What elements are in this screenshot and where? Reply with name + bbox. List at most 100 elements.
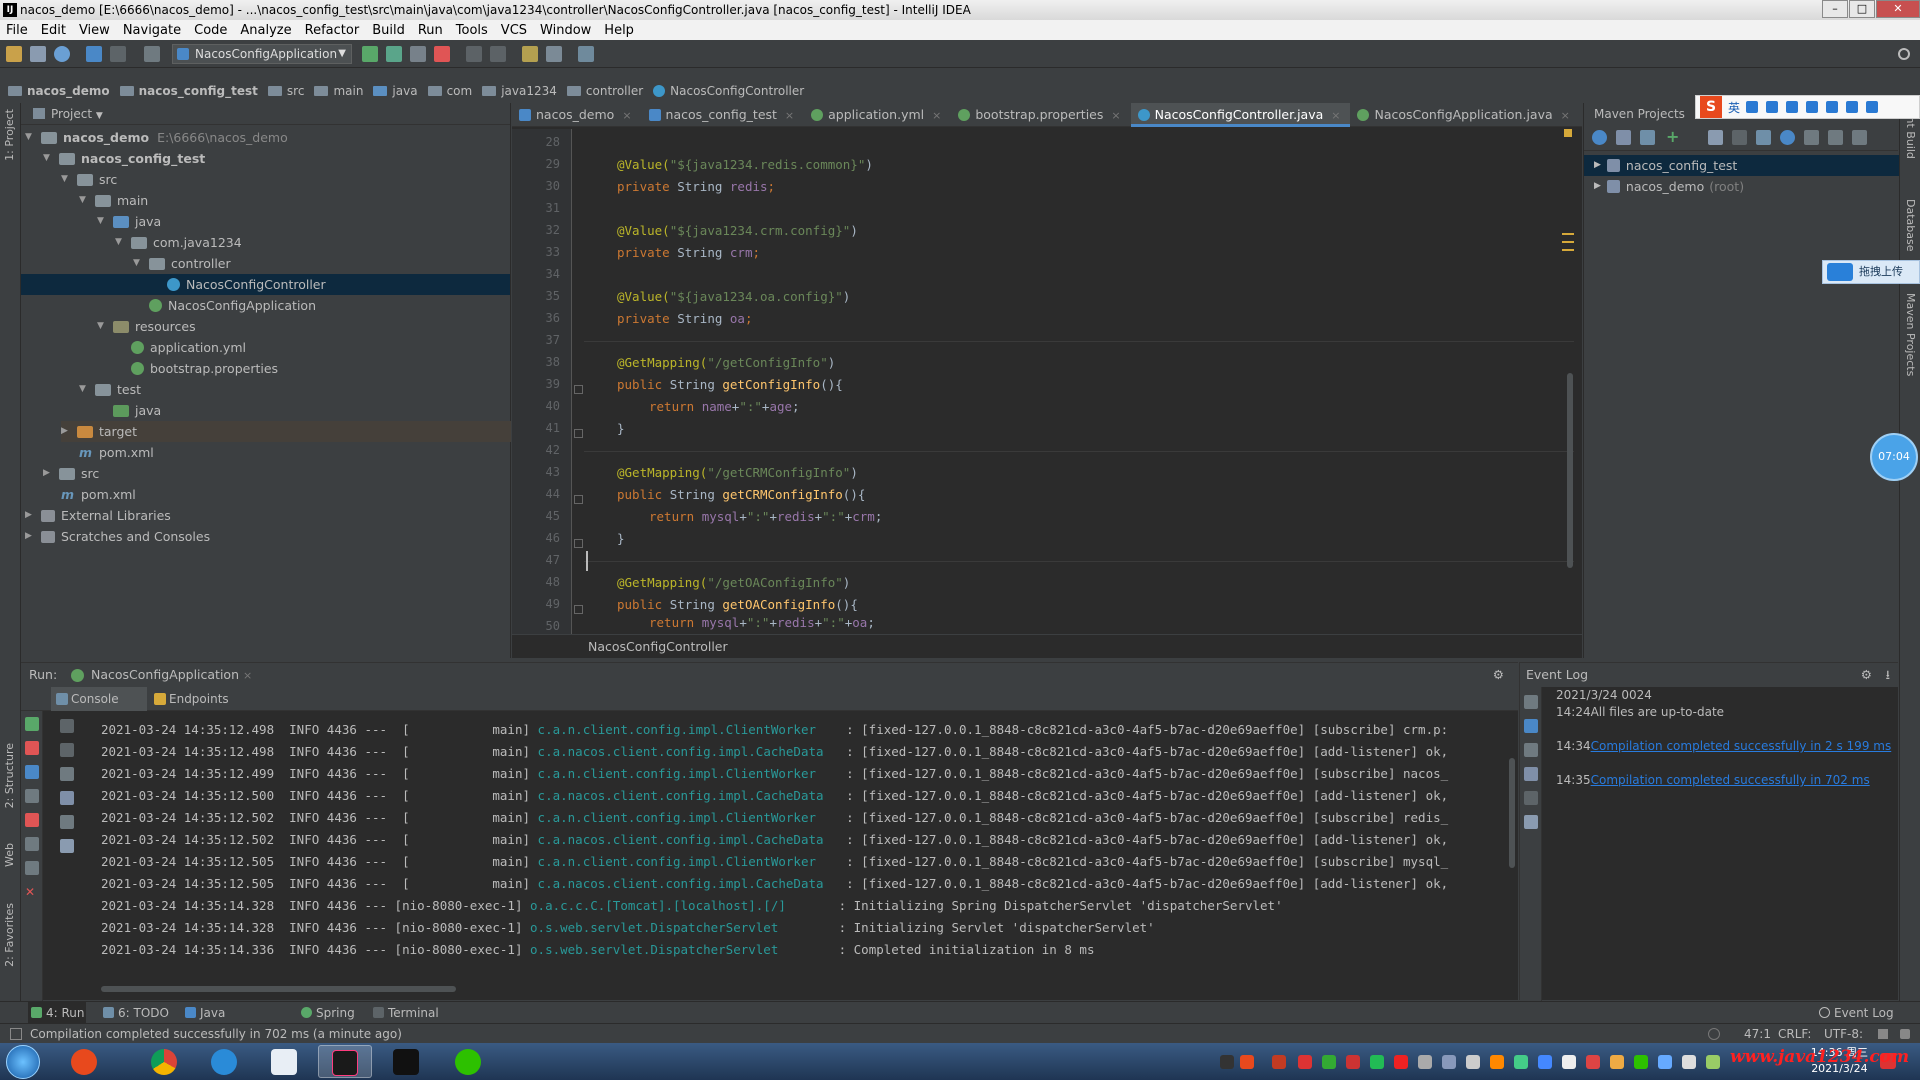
run-session-tab[interactable]: NacosConfigApplication × (71, 663, 252, 688)
pause-icon[interactable] (25, 765, 39, 779)
back-arrow-icon[interactable] (86, 46, 102, 62)
clear-all-icon[interactable] (60, 839, 74, 853)
code-line[interactable]: private String crm; (617, 245, 760, 260)
warning-marker-icon[interactable] (1564, 129, 1572, 137)
error-stripe-mark[interactable] (1562, 241, 1574, 243)
breadcrumb-item[interactable]: controller (566, 84, 643, 98)
code-line[interactable]: @GetMapping("/getOAConfigInfo") (617, 575, 850, 590)
tray-app-icon[interactable] (1586, 1055, 1600, 1069)
taskbar-app-terminal[interactable] (380, 1045, 434, 1078)
tool-tab-java-enterprise[interactable]: Java Enterprise (182, 1002, 288, 1042)
show-dependencies-icon[interactable] (1804, 130, 1819, 145)
tray-app-icon[interactable] (1298, 1055, 1312, 1069)
tray-app-icon[interactable] (1706, 1055, 1720, 1069)
breadcrumb-item[interactable]: nacos_config_test (119, 84, 258, 98)
code-line[interactable]: public String getCRMConfigInfo(){ (617, 487, 865, 502)
close-button[interactable]: ✕ (1876, 0, 1920, 18)
tool-tab-spring[interactable]: Spring (298, 1002, 358, 1024)
maven-project-item[interactable]: ▶ nacos_config_test (1584, 155, 1899, 176)
editor-breadcrumb[interactable]: NacosConfigController (512, 634, 1582, 658)
save-icon[interactable] (30, 46, 46, 62)
tree-item-application-yml[interactable]: application.yml (131, 337, 246, 358)
tree-item-nacos-demo[interactable]: ▼ nacos_demo E:\6666\nacos_demo (25, 127, 511, 148)
build-icon[interactable] (144, 46, 160, 62)
download-icon[interactable] (1640, 130, 1655, 145)
maximize-button[interactable]: □ (1849, 0, 1875, 18)
breadcrumb-item[interactable]: java1234 (482, 84, 557, 98)
tray-volume-icon[interactable] (1682, 1055, 1696, 1069)
vcs-update-icon[interactable] (466, 46, 482, 62)
tree-item-java[interactable]: ▼ java (97, 211, 161, 232)
open-folder-icon[interactable] (6, 46, 22, 62)
menu-analyze[interactable]: Analyze (240, 23, 291, 38)
tray-app-icon[interactable] (1514, 1055, 1528, 1069)
print-icon[interactable] (60, 815, 74, 829)
lock-icon[interactable] (1878, 1029, 1888, 1039)
close-tab-icon[interactable]: × (1111, 109, 1120, 122)
scroll-to-end-icon[interactable] (1524, 767, 1538, 781)
tree-item-nacos-config-application[interactable]: NacosConfigApplication (149, 295, 316, 316)
gear-icon[interactable]: ⚙ (1861, 663, 1872, 687)
drag-upload-widget[interactable]: 拖拽上传 (1822, 260, 1920, 284)
fold-marker-icon[interactable] (574, 385, 583, 394)
code-line[interactable]: return name+":"+age; (649, 399, 800, 414)
code-line[interactable]: return mysql+":"+redis+":"+crm; (649, 509, 882, 524)
taskbar-app-wechat[interactable] (442, 1045, 496, 1078)
ime-skin-icon[interactable] (1846, 101, 1859, 113)
tray-app-icon[interactable] (1346, 1055, 1360, 1069)
tray-shield-icon[interactable] (1322, 1055, 1336, 1069)
menu-view[interactable]: View (79, 23, 110, 38)
close-tab-icon[interactable]: × (785, 109, 794, 122)
event-log-link[interactable]: Compilation completed successfully in 70… (1591, 773, 1870, 787)
maven-settings-icon[interactable] (1852, 130, 1867, 145)
console-horizontal-scrollbar[interactable] (101, 986, 456, 992)
tray-app-icon[interactable] (1272, 1055, 1286, 1069)
inspector-icon[interactable] (1900, 1029, 1910, 1039)
tool-tab-run[interactable]: 4: Run (28, 1002, 86, 1024)
soft-wrap-icon[interactable] (1524, 743, 1538, 757)
tray-app-icon[interactable] (1562, 1055, 1576, 1069)
code-line[interactable]: return mysql+":"+redis+":"+oa; (649, 615, 875, 630)
add-icon[interactable]: + (1666, 129, 1681, 145)
ime-menu-icon[interactable] (1866, 101, 1879, 113)
scroll-to-end-icon[interactable] (60, 791, 74, 805)
status-message[interactable]: Compilation completed successfully in 70… (30, 1024, 402, 1044)
close-tab-icon[interactable]: × (622, 109, 631, 122)
ime-user-icon[interactable] (1826, 101, 1839, 113)
code-line[interactable]: public String getConfigInfo(){ (617, 377, 843, 392)
settings-icon[interactable] (1524, 695, 1538, 709)
menu-navigate[interactable]: Navigate (123, 23, 181, 38)
input-method-toolbar[interactable]: S 英 (1695, 95, 1920, 119)
mark-read-icon[interactable] (1524, 719, 1538, 733)
fold-marker-icon[interactable] (574, 429, 583, 438)
tray-app-icon[interactable] (1442, 1055, 1456, 1069)
reimport-icon[interactable] (1592, 130, 1607, 145)
code-line[interactable]: @Value("${java1234.redis.common}") (617, 157, 873, 172)
execute-goal-icon[interactable] (1732, 130, 1747, 145)
breadcrumb-item[interactable]: java (373, 84, 418, 98)
minimize-button[interactable]: – (1822, 0, 1848, 18)
menu-file[interactable]: File (6, 23, 28, 38)
menu-help[interactable]: Help (604, 23, 634, 38)
run-maven-build-icon[interactable] (1708, 130, 1723, 145)
dump-threads-icon[interactable] (25, 789, 39, 803)
menu-tools[interactable]: Tools (456, 23, 488, 38)
menu-edit[interactable]: Edit (41, 23, 66, 38)
event-log-link[interactable]: Compilation completed successfully in 2 … (1591, 739, 1892, 753)
debug-icon[interactable] (386, 46, 402, 62)
error-stripe-mark[interactable] (1562, 233, 1574, 235)
ime-voice-icon[interactable] (1786, 101, 1799, 113)
sync-icon[interactable] (54, 46, 70, 62)
code-line[interactable]: @GetMapping("/getCRMConfigInfo") (617, 465, 858, 480)
settings-icon[interactable] (522, 46, 538, 62)
clear-all-icon[interactable] (1524, 815, 1538, 829)
layout-icon[interactable] (25, 837, 39, 851)
ime-emoji-icon[interactable] (1766, 101, 1779, 113)
tray-app-icon[interactable] (1466, 1055, 1480, 1069)
menu-code[interactable]: Code (194, 23, 227, 38)
project-panel-header[interactable]: Project ▼ (21, 103, 510, 125)
close-tab-icon[interactable]: × (243, 669, 252, 682)
tab-nacos-config-controller[interactable]: NacosConfigController.java × (1130, 103, 1351, 127)
print-icon[interactable] (1524, 791, 1538, 805)
web-tool-tab[interactable]: Web (3, 843, 16, 867)
